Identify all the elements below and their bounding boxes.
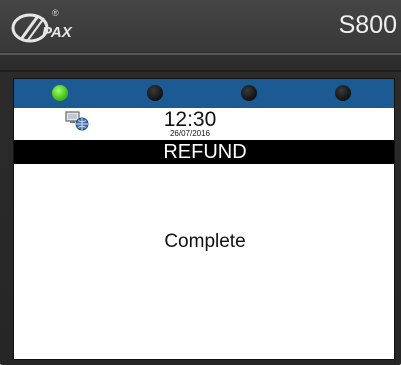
brand-name: PAX	[42, 24, 72, 41]
screen-title: REFUND	[14, 140, 394, 164]
clock-date: 26/07/2016	[169, 129, 211, 138]
led-indicator-1	[52, 85, 68, 101]
terminal-screen: 12:30 26/07/2016 REFUND Complete	[13, 78, 395, 360]
led-indicator-3	[241, 85, 257, 101]
bezel-divider	[0, 70, 401, 72]
pax-terminal: ® PAX S800 12:30 26/07/2016 REFUND Compl…	[0, 0, 401, 365]
led-indicator-2	[147, 85, 163, 101]
model-name: S800	[338, 11, 397, 39]
led-indicator-4	[335, 85, 351, 101]
led-status-bar	[14, 79, 394, 108]
brand-bar: ® PAX S800	[0, 0, 401, 52]
bezel-divider	[0, 53, 401, 55]
status-message: Complete	[164, 231, 246, 252]
registered-mark: ®	[52, 8, 59, 18]
status-row: 12:30 26/07/2016	[14, 108, 394, 140]
